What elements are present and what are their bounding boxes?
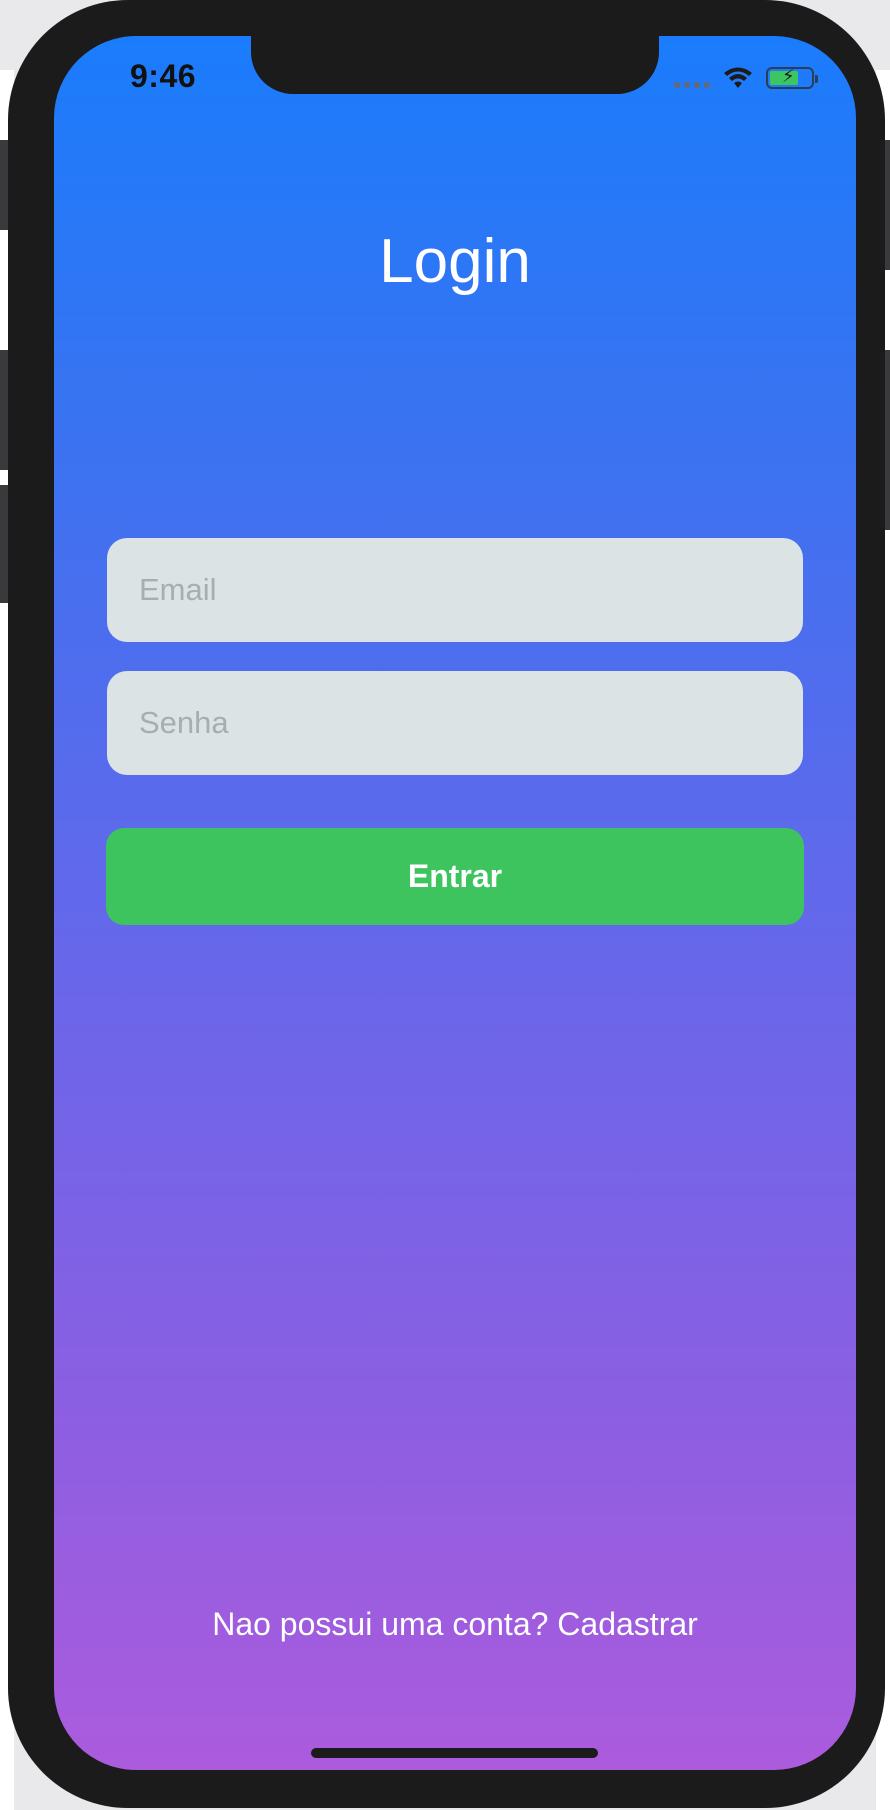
battery-charging-icon: ⚡ bbox=[766, 66, 818, 89]
wifi-icon bbox=[724, 67, 752, 88]
password-field[interactable] bbox=[107, 671, 803, 775]
app-screen: 9:46 ⚡ Login Entrar Nao possui uma conta… bbox=[54, 36, 856, 1770]
phone-frame: 9:46 ⚡ Login Entrar Nao possui uma conta… bbox=[8, 0, 885, 1808]
status-icons: ⚡ bbox=[674, 66, 818, 90]
page-title: Login bbox=[379, 227, 531, 296]
status-time: 9:46 bbox=[130, 58, 197, 94]
signup-link[interactable]: Nao possui uma conta? Cadastrar bbox=[54, 1606, 856, 1643]
email-field[interactable] bbox=[107, 538, 803, 642]
device-notch bbox=[251, 36, 659, 94]
login-button[interactable]: Entrar bbox=[106, 828, 804, 925]
home-indicator[interactable] bbox=[311, 1748, 598, 1758]
cellular-signal-icon bbox=[674, 68, 710, 88]
